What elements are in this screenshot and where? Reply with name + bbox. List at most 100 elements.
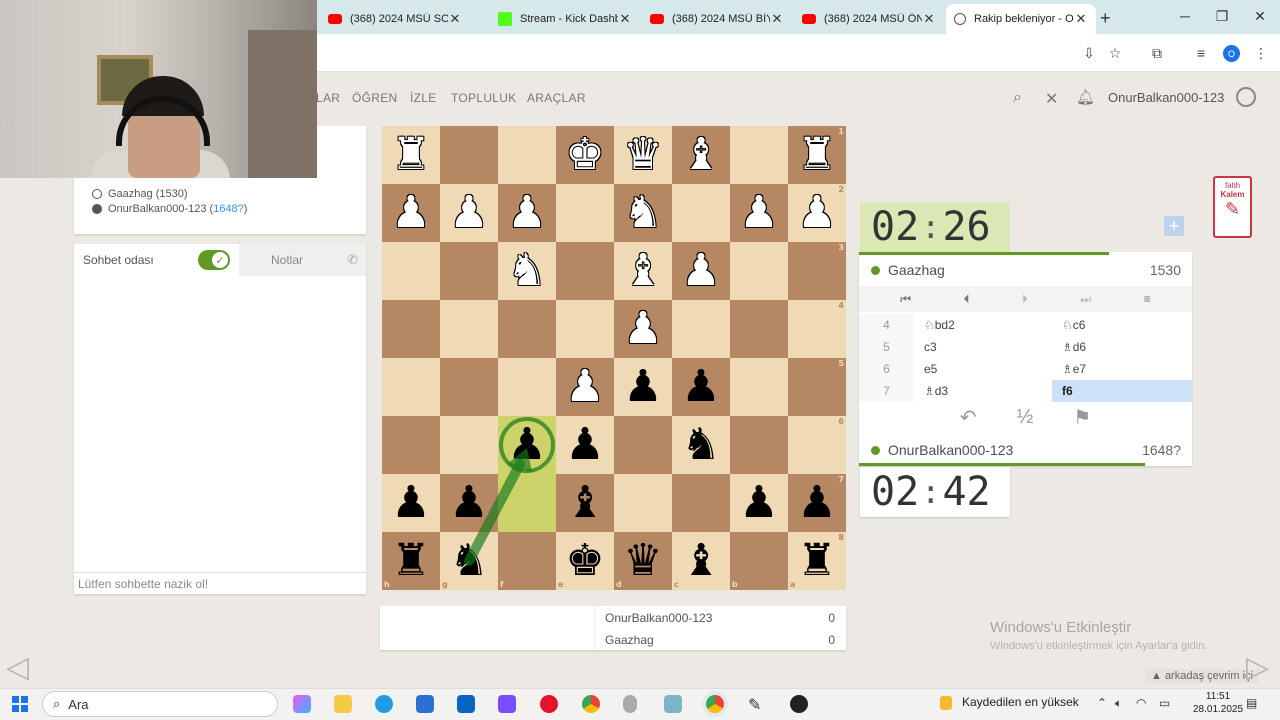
browser-tab-2[interactable]: Stream - Kick Dashb ✕ [490,6,640,32]
square-d4[interactable]: ♟ [614,300,672,358]
square-e4[interactable] [556,300,614,358]
obs-icon[interactable] [790,695,808,713]
move-white[interactable]: e5 [914,362,1052,376]
black-bishop-icon[interactable]: ♝ [565,481,604,525]
square-c6[interactable]: ♞ [672,416,730,474]
square-d2[interactable]: ♞ [614,184,672,242]
opera-icon[interactable] [540,695,558,713]
square-f6[interactable]: ♟ [498,416,556,474]
square-b8[interactable]: b [730,532,788,590]
menu-kebab-icon[interactable]: ⋮ [1252,44,1270,62]
weather-widget[interactable]: Kaydedilen en yüksek [962,695,1079,709]
nav-item-tools[interactable]: ARAÇLAR [527,91,586,105]
black-pawn-icon[interactable]: ♟ [507,423,546,467]
tab-notes[interactable]: Notlar ✆ [239,244,366,276]
square-b1[interactable] [730,126,788,184]
square-a4[interactable]: 4 [788,300,846,358]
file-explorer-icon[interactable] [334,695,352,713]
square-b7[interactable]: ♟ [730,474,788,532]
phone-icon[interactable]: ✆ [347,252,358,268]
extensions-icon[interactable]: ⧉ [1148,44,1166,62]
copilot-icon[interactable] [293,695,311,713]
white-knight-icon[interactable]: ♞ [507,249,546,293]
square-c8[interactable]: ♝ c [672,532,730,590]
move-white[interactable]: c3 [914,340,1052,354]
browser-tab-3[interactable]: (368) 2024 MSÜ BİYO✕ [642,6,792,32]
move-black[interactable]: ♗d6 [1052,336,1192,358]
square-e3[interactable] [556,242,614,300]
offer-draw-button[interactable]: ½ [1017,406,1034,429]
black-knight-icon[interactable]: ♞ [449,539,488,583]
black-rook-icon[interactable]: ♜ [391,539,430,583]
square-b2[interactable]: ♟ [730,184,788,242]
app-icon[interactable] [664,695,682,713]
hamburger-menu-icon[interactable]: ≡ [1144,292,1151,306]
chat-toggle[interactable]: ✓ [198,250,230,270]
nav-item-play[interactable]: LAR [316,91,340,105]
black-pawn-icon[interactable]: ♟ [739,481,778,525]
square-h1[interactable]: ♜ [382,126,440,184]
media-control-icon[interactable]: ≡ [1192,44,1210,62]
square-c3[interactable]: ♟ [672,242,730,300]
player-row-top[interactable]: Gaazhag 1530 [871,262,1181,278]
close-icon[interactable]: ✕ [922,11,936,27]
square-f5[interactable] [498,358,556,416]
square-d5[interactable]: ♟ [614,358,672,416]
square-d3[interactable]: ♝ [614,242,672,300]
user-menu[interactable]: OnurBalkan000-123 [1108,90,1224,105]
search-icon[interactable]: ⌕ [1013,89,1022,107]
wifi-icon[interactable]: ◠ [1136,696,1146,710]
next-move-icon[interactable]: ⏵ [1022,292,1028,307]
chat-input[interactable]: Lütfen sohbette nazik ol! [74,572,366,594]
black-pawn-icon[interactable]: ♟ [449,481,488,525]
nav-item-watch[interactable]: İZLE [410,91,437,105]
square-f4[interactable] [498,300,556,358]
tray-chevron-icon[interactable]: ⌃ [1097,696,1107,710]
square-b5[interactable] [730,358,788,416]
square-a1[interactable]: ♜ 1 [788,126,846,184]
white-bishop-icon[interactable]: ♝ [681,133,720,177]
white-queen-icon[interactable]: ♛ [623,133,662,177]
square-a5[interactable]: 5 [788,358,846,416]
white-pawn-icon[interactable]: ♟ [565,365,604,409]
square-a2[interactable]: ♟ 2 [788,184,846,242]
white-pawn-icon[interactable]: ♟ [449,191,488,235]
square-g4[interactable] [440,300,498,358]
black-rook-icon[interactable]: ♜ [797,539,836,583]
square-e2[interactable] [556,184,614,242]
close-window-button[interactable]: ✕ [1250,8,1270,25]
square-f2[interactable]: ♟ [498,184,556,242]
white-pawn-icon[interactable]: ♟ [681,249,720,293]
white-bishop-icon[interactable]: ♝ [623,249,662,293]
square-h5[interactable] [382,358,440,416]
notifications-icon[interactable]: ▤ [1246,696,1257,710]
user-avatar-icon[interactable] [1236,87,1256,107]
chrome-icon[interactable] [582,695,600,713]
square-d6[interactable] [614,416,672,474]
takeback-icon[interactable]: ↶ [960,405,977,430]
square-h4[interactable] [382,300,440,358]
black-pawn-icon[interactable]: ♟ [623,365,662,409]
move-white[interactable]: ♗d3 [914,384,1052,398]
square-g6[interactable] [440,416,498,474]
square-f8[interactable]: f [498,532,556,590]
square-a8[interactable]: ♜ 8 a [788,532,846,590]
square-f3[interactable]: ♞ [498,242,556,300]
close-icon[interactable]: ✕ [770,11,784,27]
mouse-app-icon[interactable] [623,695,637,713]
black-king-icon[interactable]: ♚ [565,539,604,583]
edge-icon[interactable] [375,695,393,713]
square-b4[interactable] [730,300,788,358]
white-pawn-icon[interactable]: ♟ [797,191,836,235]
square-d7[interactable] [614,474,672,532]
close-icon[interactable]: ✕ [618,11,632,27]
square-c1[interactable]: ♝ [672,126,730,184]
move-white[interactable]: ♘bd2 [914,318,1052,332]
black-knight-icon[interactable]: ♞ [681,423,720,467]
battery-icon[interactable]: ▭ [1159,696,1170,710]
minimize-button[interactable]: ─ [1175,8,1195,24]
square-f1[interactable] [498,126,556,184]
add-time-button[interactable]: + [1164,216,1184,236]
pen-app-logo[interactable]: fatih Kalem ✎ [1213,176,1252,238]
first-move-icon[interactable]: ⏮ [900,292,911,307]
